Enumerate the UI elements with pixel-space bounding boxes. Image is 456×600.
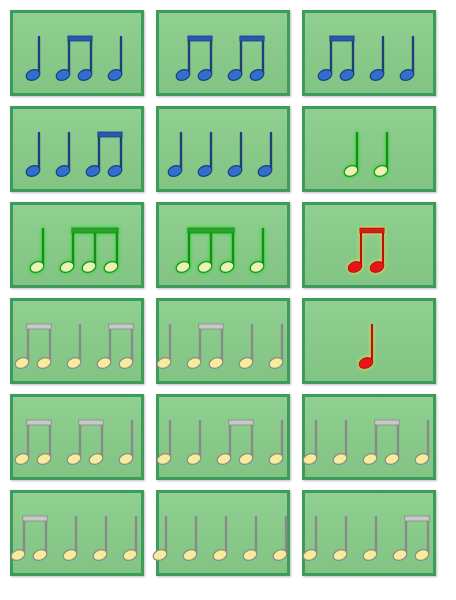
rhythm-card[interactable]	[156, 10, 290, 96]
rhythm-card[interactable]	[156, 106, 290, 192]
rhythm-card[interactable]	[10, 202, 144, 288]
note-beam	[22, 515, 48, 522]
rhythm-notation	[10, 515, 138, 561]
note-beam	[329, 35, 355, 42]
rhythm-card[interactable]	[10, 490, 144, 576]
rhythm-notation	[358, 323, 374, 369]
rhythm-card[interactable]	[156, 202, 290, 288]
note-beam	[97, 131, 123, 138]
rhythm-notation	[156, 323, 284, 369]
note-beam	[359, 227, 385, 234]
rhythm-card[interactable]	[302, 10, 436, 96]
rhythm-notation	[25, 131, 123, 177]
note-beam	[108, 323, 134, 330]
rhythm-card[interactable]	[156, 394, 290, 480]
rhythm-card[interactable]	[302, 202, 436, 288]
rhythm-card[interactable]	[302, 490, 436, 576]
note-beam	[374, 419, 400, 426]
rhythm-notation	[156, 419, 284, 465]
rhythm-notation	[25, 35, 123, 81]
note-beam	[26, 323, 52, 330]
rhythm-card[interactable]	[10, 298, 144, 384]
rhythm-notation	[29, 227, 119, 273]
rhythm-notation	[175, 35, 265, 81]
rhythm-notation	[302, 419, 430, 465]
note-beam	[198, 323, 224, 330]
note-beam	[228, 419, 254, 426]
rhythm-notation	[175, 227, 265, 273]
rhythm-card[interactable]	[302, 298, 436, 384]
note-beam	[71, 227, 119, 234]
rhythm-card[interactable]	[156, 298, 290, 384]
rhythm-notation	[152, 515, 288, 561]
note-beam	[239, 35, 265, 42]
rhythm-card-grid	[10, 10, 446, 590]
rhythm-notation	[14, 419, 134, 465]
note-beam	[404, 515, 430, 522]
note-beam	[67, 35, 93, 42]
rhythm-card[interactable]	[10, 106, 144, 192]
rhythm-notation	[167, 131, 273, 177]
rhythm-card[interactable]	[302, 106, 436, 192]
note-beam	[78, 419, 104, 426]
rhythm-card[interactable]	[302, 394, 436, 480]
note-beam	[187, 35, 213, 42]
note-beam	[187, 227, 235, 234]
rhythm-card[interactable]	[10, 394, 144, 480]
rhythm-card[interactable]	[10, 10, 144, 96]
rhythm-notation	[302, 515, 430, 561]
rhythm-notation	[347, 227, 385, 273]
rhythm-notation	[343, 131, 389, 177]
rhythm-notation	[317, 35, 415, 81]
note-beam	[26, 419, 52, 426]
rhythm-card[interactable]	[152, 490, 290, 576]
rhythm-notation	[14, 323, 134, 369]
